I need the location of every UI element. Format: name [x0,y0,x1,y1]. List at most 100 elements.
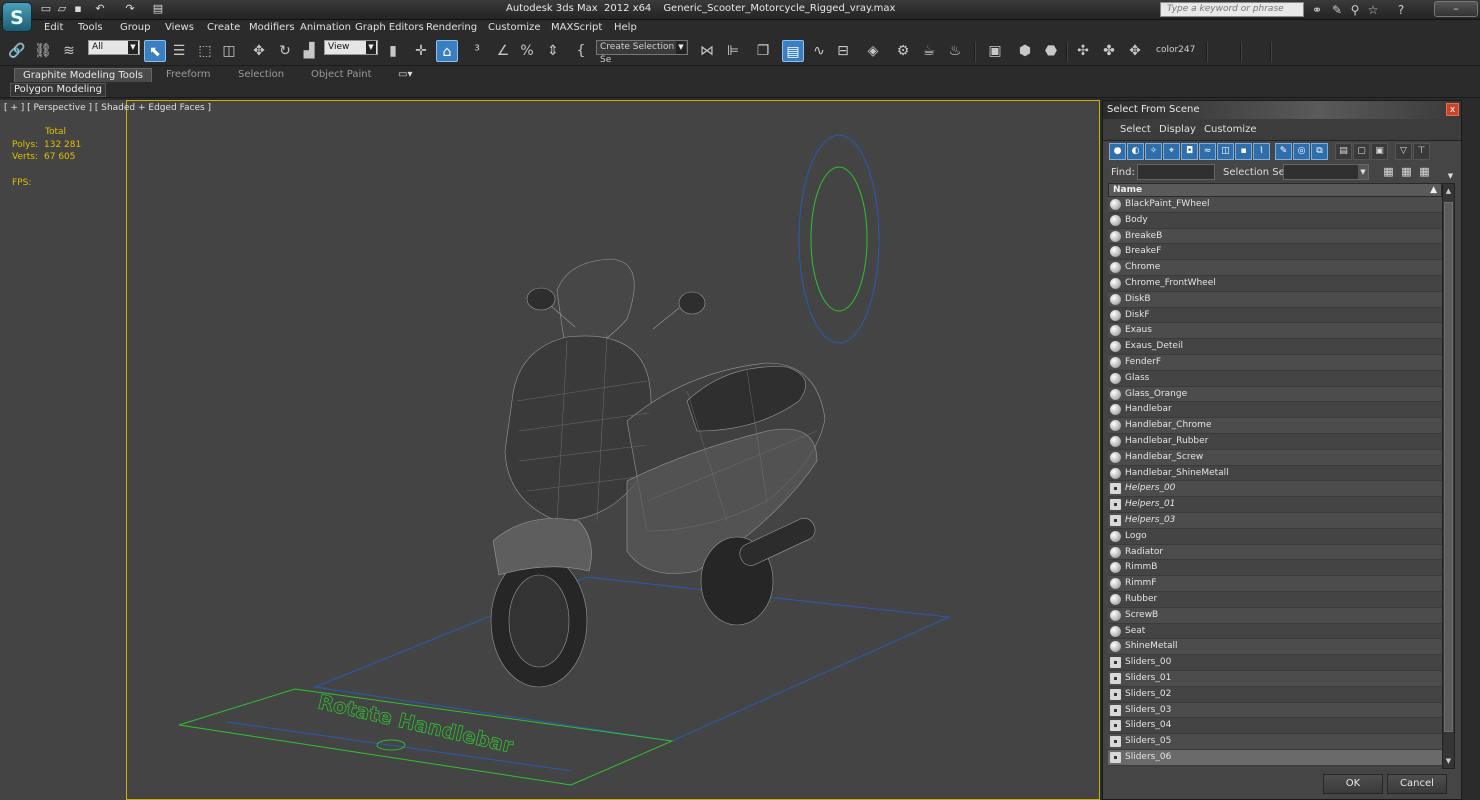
tab-graphite-modeling-tools[interactable]: Graphite Modeling Tools [14,68,153,82]
rectangular-selection-icon[interactable]: ⬚ [194,40,216,62]
ok-button[interactable]: OK [1323,774,1383,794]
list-item[interactable]: Handlebar_ShineMetall [1108,465,1442,482]
scroll-thumb[interactable] [1444,202,1453,732]
menu-help[interactable]: Help [614,22,637,33]
display-spacewarps-icon[interactable]: ≈ [1199,143,1216,160]
select-object-icon[interactable]: ⬉ [144,40,166,62]
list-item[interactable]: DiskB [1108,291,1442,308]
close-icon[interactable]: x [1446,103,1459,116]
list-item[interactable]: Body [1108,212,1442,229]
menu-create[interactable]: Create [207,22,240,33]
angle-snap-icon[interactable]: ∠ [492,40,514,62]
select-all-icon[interactable]: ▤ [1335,143,1352,160]
list-item[interactable]: Glass [1108,370,1442,387]
display-geometry-icon[interactable]: ● [1109,143,1126,160]
dialog-title[interactable]: Select From Scene [1103,101,1461,119]
percent-snap-icon[interactable]: % [516,40,538,62]
link-icon[interactable]: 🔗 [6,40,28,62]
scale-icon[interactable]: ▟ [298,40,320,62]
render-setup-icon[interactable]: ⚙ [892,40,914,62]
list-item[interactable]: Sliders_01 [1108,670,1442,687]
list-item[interactable]: Logo [1108,528,1442,545]
list-item[interactable]: BreakeB [1108,228,1442,245]
display-groups-icon[interactable]: ◫ [1217,143,1234,160]
list-item[interactable]: Handlebar_Screw [1108,449,1442,466]
list-item[interactable]: Sliders_05 [1108,734,1442,750]
vray-proxy-icon[interactable]: ⬣ [1040,40,1062,62]
name-column-header[interactable]: Name ▲ [1108,183,1442,197]
edit-named-selection-icon[interactable]: { [570,40,592,62]
undo-icon[interactable]: ↶ [94,3,106,15]
graphite-toggle-icon[interactable]: ▤ [782,40,804,62]
redo-icon[interactable]: ↷ [124,3,136,15]
list-item[interactable]: Sliders_00 [1108,655,1442,671]
help-icon[interactable]: ? [1394,3,1408,17]
curve-editor-icon[interactable]: ∿ [808,40,830,62]
find-field[interactable] [1137,164,1215,180]
display-bones-icon[interactable]: ⌇ [1253,143,1270,160]
app-logo[interactable]: S [2,2,32,32]
display-invert-icon[interactable]: ⧉ [1311,143,1328,160]
list-item[interactable]: Seat [1108,623,1442,640]
vray-frame-icon[interactable]: ▣ [984,40,1006,62]
menu-maxscript[interactable]: MAXScript [551,22,602,33]
unlink-icon[interactable]: ⛓ [32,40,54,62]
list-item[interactable]: Sliders_02 [1108,686,1442,703]
helper-tool-c-icon[interactable]: ✥ [1124,40,1146,62]
named-selection-dropdown[interactable]: Create Selection Se ▼ [596,40,688,65]
filter-icon[interactable]: ▽ [1395,143,1412,160]
polygon-modeling-panel[interactable]: Polygon Modeling [10,83,106,97]
list-item[interactable]: Sliders_03 [1108,702,1442,719]
menu-modifiers[interactable]: Modifiers [249,22,295,33]
layer-manager-icon[interactable]: ❐ [752,40,774,62]
list-item[interactable]: Rubber [1108,591,1442,608]
perspective-viewport[interactable]: Rotate Handlebar [126,100,1100,800]
list-item[interactable]: Helpers_00 [1108,481,1442,498]
reference-coord-dropdown[interactable]: View ▼ [324,40,378,55]
display-lights-icon[interactable]: ✧ [1145,143,1162,160]
display-cameras-icon[interactable]: ⌖ [1163,143,1180,160]
subscription-icon[interactable]: ✎ [1330,3,1344,17]
move-icon[interactable]: ✥ [248,40,270,62]
display-helpers-icon[interactable]: ◘ [1181,143,1198,160]
list-item[interactable]: Handlebar_Rubber [1108,433,1442,450]
list-item[interactable]: Chrome [1108,260,1442,276]
communication-icon[interactable]: ⚲ [1348,3,1362,17]
collapse-toolbar-icon[interactable]: ▼ [1443,169,1458,184]
display-none-icon[interactable]: ◎ [1293,143,1310,160]
helper-tool-a-icon[interactable]: ✣ [1072,40,1094,62]
select-invert-icon[interactable]: ▣ [1371,143,1388,160]
display-xrefs-icon[interactable]: ▪ [1235,143,1252,160]
minimize-button[interactable]: – [1434,1,1478,17]
project-folder-icon[interactable]: ▤ [152,3,164,15]
window-crossing-icon[interactable]: ◫ [218,40,240,62]
list-item[interactable]: Exaus [1108,323,1442,340]
list-item[interactable]: Handlebar [1108,402,1442,419]
menu-animation[interactable]: Animation [300,22,351,33]
tab-object-paint[interactable]: Object Paint [303,68,380,82]
helper-inner-circle[interactable] [810,166,868,312]
schematic-view-icon[interactable]: ⊟ [832,40,854,62]
scroll-down-icon[interactable]: ▼ [1443,755,1454,767]
list-item[interactable]: BreakeF [1108,244,1442,261]
list-item[interactable]: BlackPaint_FWheel [1108,197,1442,213]
list-item[interactable]: ScrewB [1108,607,1442,624]
find-input[interactable] [1138,165,1214,179]
binoculars-icon[interactable]: ⚭ [1310,3,1324,17]
keyboard-shortcut-override-icon[interactable]: ⌂ [436,40,458,62]
viewport-label[interactable]: [ + ] [ Perspective ] [ Shaded + Edged F… [4,103,211,113]
create-selection-set-icon[interactable]: ▦ [1381,164,1396,179]
dialog-menu-select[interactable]: Select [1120,124,1151,135]
menu-views[interactable]: Views [165,22,194,33]
bind-space-warp-icon[interactable]: ≋ [58,40,80,62]
list-item[interactable]: Chrome_FrontWheel [1108,275,1442,292]
list-item[interactable]: Sliders_06 [1108,749,1442,766]
new-file-icon[interactable]: ▭ [40,3,52,15]
favorites-star-icon[interactable]: ☆ [1366,3,1380,17]
tab-freeform[interactable]: Freeform [158,68,219,82]
list-item[interactable]: FenderF [1108,354,1442,371]
object-list-scrollbar[interactable]: ▲ ▼ [1442,183,1455,769]
selection-set-dropdown[interactable]: ▼ [1283,164,1369,180]
list-item[interactable]: RimmB [1108,560,1442,577]
list-item[interactable]: DiskF [1108,307,1442,324]
